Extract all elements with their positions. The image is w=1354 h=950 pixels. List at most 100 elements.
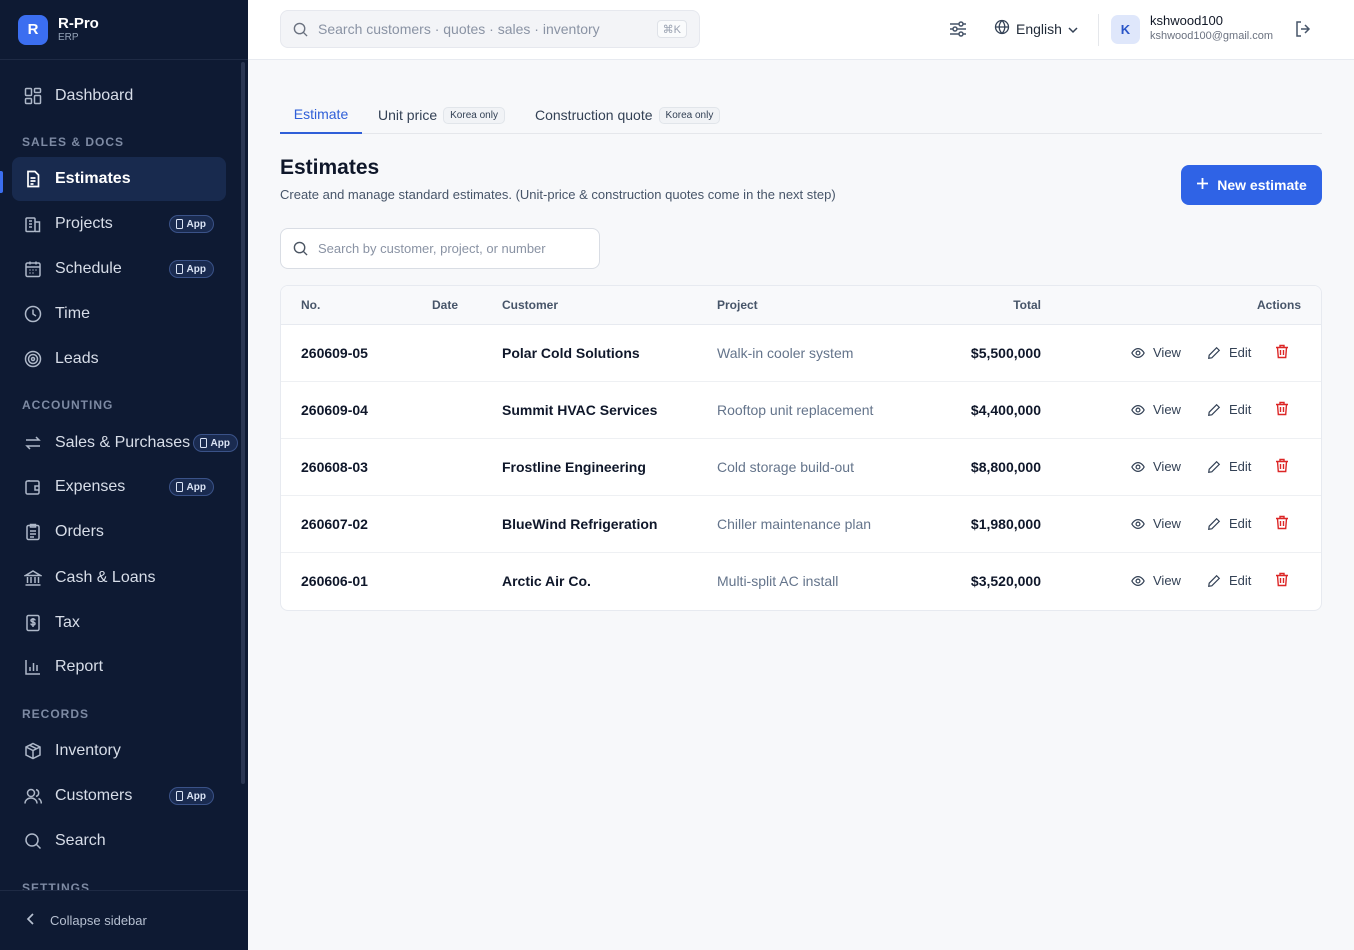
delete-button[interactable] [1275, 572, 1289, 587]
table-row[interactable]: 260609-05 Polar Cold Solutions Walk-in c… [281, 325, 1321, 382]
sidebar-item-schedule[interactable]: Schedule App [12, 247, 226, 291]
col-date[interactable]: Date [432, 298, 458, 312]
clock-icon [23, 304, 43, 324]
sidebar-nav: Dashboard SALES & DOCS Estimates Project… [0, 60, 248, 890]
brand-logo: R [18, 14, 48, 45]
section-settings: SETTINGS [22, 881, 91, 890]
sidebar-item-leads[interactable]: Leads [12, 337, 226, 381]
sidebar-item-inventory[interactable]: Inventory [12, 729, 226, 773]
logout-button[interactable] [1294, 20, 1312, 43]
wallet-icon [23, 477, 43, 497]
sidebar-scrollbar[interactable] [241, 62, 245, 784]
sidebar-item-search[interactable]: Search [12, 819, 226, 863]
view-button[interactable]: View [1131, 516, 1181, 531]
eye-icon [1131, 574, 1145, 588]
brand[interactable]: R R-Pro ERP [0, 0, 248, 60]
globe-icon [994, 19, 1010, 38]
delete-button[interactable] [1275, 515, 1289, 530]
sidebar-item-time[interactable]: Time [12, 292, 226, 336]
sidebar-item-customers[interactable]: Customers App [12, 774, 226, 818]
pencil-icon [1207, 460, 1221, 474]
app-badge: App [168, 787, 214, 805]
trash-icon [1275, 458, 1289, 473]
new-estimate-label: New estimate [1217, 177, 1307, 193]
sidebar-item-dashboard[interactable]: Dashboard [12, 74, 226, 118]
collapse-sidebar-button[interactable]: Collapse sidebar [0, 890, 248, 950]
estimate-total: $8,800,000 [970, 459, 1041, 475]
username: kshwood100 [1150, 13, 1223, 28]
building-icon [23, 214, 43, 234]
project-name: Multi-split AC install [717, 573, 839, 589]
sidebar-item-orders[interactable]: Orders [12, 510, 226, 554]
page-title: Estimates [280, 156, 380, 179]
tab-construction-quote[interactable]: Construction quote Korea only [535, 96, 721, 134]
view-button[interactable]: View [1131, 402, 1181, 417]
eye-icon [1131, 346, 1145, 360]
sidebar-item-report[interactable]: Report [12, 645, 226, 689]
sidebar-item-projects[interactable]: Projects App [12, 202, 226, 246]
trash-icon [1275, 344, 1289, 359]
estimate-search[interactable] [280, 228, 600, 269]
view-button[interactable]: View [1131, 459, 1181, 474]
sidebar-item-sales-purchases[interactable]: Sales & Purchases App [12, 421, 238, 465]
sidebar-item-estimates[interactable]: Estimates [12, 157, 226, 201]
edit-button[interactable]: Edit [1207, 345, 1251, 360]
sidebar-item-label: Report [55, 658, 104, 675]
col-project[interactable]: Project [717, 298, 758, 312]
table-row[interactable]: 260609-04 Summit HVAC Services Rooftop u… [281, 382, 1321, 439]
col-customer[interactable]: Customer [502, 298, 558, 312]
view-label: View [1153, 459, 1181, 474]
phone-icon [199, 438, 207, 448]
edit-button[interactable]: Edit [1207, 459, 1251, 474]
global-search-placeholder: Search customers · quotes · sales · inve… [318, 21, 600, 37]
view-button[interactable]: View [1131, 573, 1181, 588]
sidebar-item-label: Search [55, 832, 106, 849]
edit-label: Edit [1229, 459, 1252, 474]
pencil-icon [1207, 346, 1221, 360]
users-icon [23, 786, 43, 806]
sidebar-item-tax[interactable]: Tax [12, 601, 226, 645]
trash-icon [1275, 515, 1289, 530]
col-no[interactable]: No. [301, 298, 320, 312]
eye-icon [1131, 517, 1145, 531]
edit-button[interactable]: Edit [1207, 516, 1251, 531]
dashboard-icon [23, 86, 43, 106]
avatar[interactable]: K [1111, 15, 1140, 44]
section-sales-docs: SALES & DOCS [22, 135, 125, 149]
section-records: RECORDS [22, 707, 90, 721]
tab-unit-price[interactable]: Unit price Korea only [378, 96, 505, 134]
table-row[interactable]: 260607-02 BlueWind Refrigeration Chiller… [281, 496, 1321, 553]
sidebar-item-cash-loans[interactable]: Cash & Loans [12, 556, 226, 600]
collapse-label: Collapse sidebar [50, 913, 147, 928]
col-total[interactable]: Total [1013, 298, 1041, 312]
app-badge: App [192, 434, 238, 452]
sidebar: R R-Pro ERP Dashboard SALES & DOCS Estim… [0, 0, 248, 950]
sidebar-item-expenses[interactable]: Expenses App [12, 465, 226, 509]
view-label: View [1153, 345, 1181, 360]
estimate-number: 260606-01 [301, 573, 368, 589]
trash-icon [1275, 401, 1289, 416]
trash-icon [1275, 572, 1289, 587]
delete-button[interactable] [1275, 344, 1289, 359]
global-search-input[interactable]: Search customers · quotes · sales · inve… [280, 10, 700, 48]
receipt-dollar-icon [23, 613, 43, 633]
view-button[interactable]: View [1131, 345, 1181, 360]
edit-button[interactable]: Edit [1207, 573, 1251, 588]
korea-only-badge: Korea only [658, 106, 721, 124]
brand-name: R-Pro [58, 15, 99, 32]
estimate-search-input[interactable] [318, 241, 588, 256]
search-icon [23, 831, 43, 851]
edit-label: Edit [1229, 516, 1252, 531]
edit-button[interactable]: Edit [1207, 402, 1251, 417]
settings-sliders-button[interactable] [948, 19, 968, 44]
bank-icon [23, 568, 43, 588]
sliders-icon [948, 21, 968, 43]
delete-button[interactable] [1275, 458, 1289, 473]
delete-button[interactable] [1275, 401, 1289, 416]
table-row[interactable]: 260606-01 Arctic Air Co. Multi-split AC … [281, 553, 1321, 610]
table-row[interactable]: 260608-03 Frostline Engineering Cold sto… [281, 439, 1321, 496]
new-estimate-button[interactable]: New estimate [1181, 165, 1322, 205]
language-select[interactable]: English [994, 19, 1078, 38]
tab-estimate[interactable]: Estimate [280, 96, 362, 134]
user-info[interactable]: kshwood100 kshwood100@gmail.com [1150, 13, 1273, 42]
